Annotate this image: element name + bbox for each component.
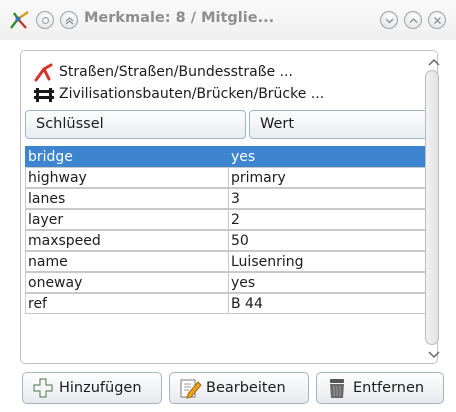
key-cell[interactable]: layer (25, 209, 228, 230)
key-cell[interactable]: oneway (25, 272, 228, 293)
scroll-down-arrow-icon[interactable] (424, 348, 444, 362)
feature-road-label: Straßen/Straßen/Bundesstraße ... (59, 64, 293, 80)
bridge-icon (34, 88, 54, 102)
window-title: Merkmale: 8 / Mitglie... (84, 10, 275, 26)
key-cell[interactable]: maxspeed (25, 230, 228, 251)
key-cell[interactable]: name (25, 251, 228, 272)
key-cell[interactable]: lanes (25, 188, 228, 209)
value-cell[interactable]: 3 (228, 188, 433, 209)
properties-panel: Straßen/Straßen/Bundesstraße ... Zivilis… (20, 50, 438, 364)
close-icon (434, 17, 441, 24)
maximize-button[interactable] (404, 11, 422, 29)
value-cell[interactable]: 2 (228, 209, 433, 230)
edit-button[interactable]: Bearbeiten (169, 372, 309, 404)
column-header-key[interactable]: Schlüssel (25, 110, 246, 139)
window-menu-button[interactable] (36, 11, 54, 29)
double-chevron-up-icon (65, 17, 74, 25)
table-row[interactable]: layer 2 (25, 209, 433, 230)
chevron-down-icon (385, 18, 394, 24)
circle-icon (41, 16, 50, 25)
close-button[interactable] (428, 11, 446, 29)
value-cell[interactable]: 50 (228, 230, 433, 251)
value-cell[interactable]: yes (228, 146, 433, 167)
table-row[interactable]: oneway yes (25, 272, 433, 293)
feature-bridge-label: Zivilisationsbauten/Brücken/Brücke ... (59, 86, 325, 102)
table-row[interactable]: bridge yes (25, 146, 433, 167)
shade-button[interactable] (60, 11, 78, 29)
minimize-button[interactable] (380, 11, 398, 29)
table-row[interactable]: name Luisenring (25, 251, 433, 272)
plus-icon (33, 378, 53, 398)
add-button[interactable]: Hinzufügen (22, 372, 162, 404)
table-row[interactable]: maxspeed 50 (25, 230, 433, 251)
add-button-label: Hinzufügen (59, 380, 142, 396)
properties-window: Merkmale: 8 / Mitglie... Straßen/Straßen… (0, 0, 456, 412)
edit-button-label: Bearbeiten (206, 380, 286, 396)
edit-icon (180, 379, 202, 399)
chevron-up-icon (409, 18, 418, 23)
trash-icon (330, 379, 344, 398)
key-cell[interactable]: bridge (25, 146, 228, 167)
value-cell[interactable]: yes (228, 272, 433, 293)
value-cell[interactable]: primary (228, 167, 433, 188)
delete-button-label: Entfernen (353, 380, 425, 396)
app-icon[interactable] (8, 8, 32, 32)
road-icon (34, 63, 53, 82)
title-bar[interactable]: Merkmale: 8 / Mitglie... (0, 0, 456, 40)
vertical-scrollbar[interactable] (425, 70, 439, 345)
table-row[interactable]: lanes 3 (25, 188, 433, 209)
feature-road[interactable]: Straßen/Straßen/Bundesstraße ... (33, 61, 393, 83)
column-header-value[interactable]: Wert (249, 110, 429, 139)
key-cell[interactable]: ref (25, 293, 228, 314)
value-cell[interactable]: B 44 (228, 293, 433, 314)
scroll-up-arrow-icon[interactable] (424, 55, 444, 69)
value-cell[interactable]: Luisenring (228, 251, 433, 272)
table-row[interactable]: highway primary (25, 167, 433, 188)
table-row[interactable]: ref B 44 (25, 293, 433, 314)
feature-bridge[interactable]: Zivilisationsbauten/Brücken/Brücke ... (33, 83, 393, 105)
delete-button[interactable]: Entfernen (316, 372, 444, 404)
key-cell[interactable]: highway (25, 167, 228, 188)
